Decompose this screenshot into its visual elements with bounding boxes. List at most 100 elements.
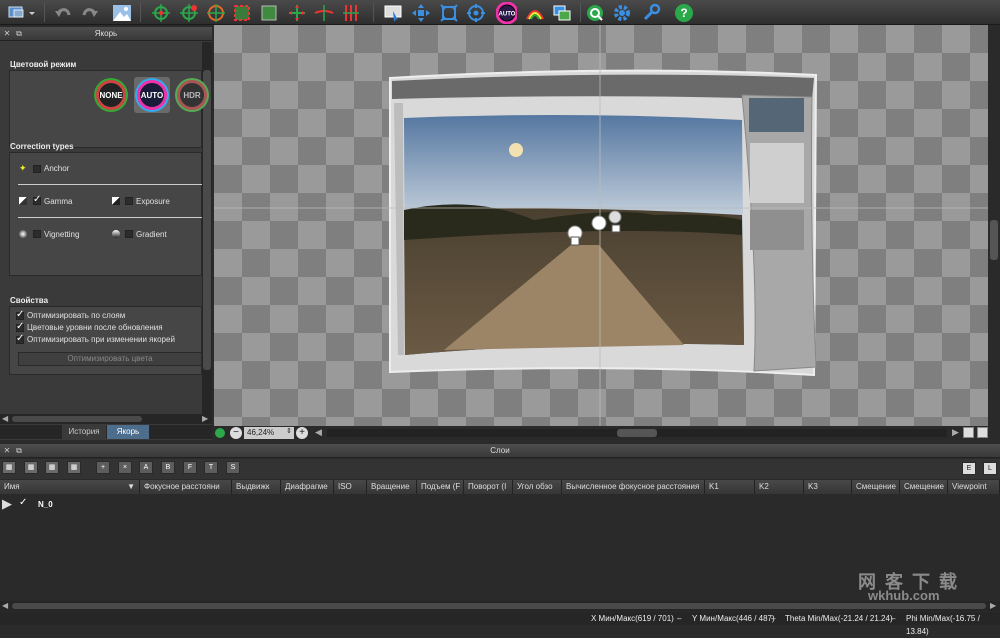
column-exposure[interactable]: Выдвижк	[232, 480, 281, 494]
gamma-checkbox[interactable]	[33, 194, 41, 205]
overlay-windows-icon[interactable]	[551, 2, 572, 23]
layers-table-header: Имя ▼ Фокусное расстояни Выдвижк Диафрагм…	[0, 480, 1000, 494]
column-shift-1[interactable]: Смещение	[852, 480, 900, 494]
auto-color-icon[interactable]: AUTO	[496, 1, 517, 24]
crop-icon[interactable]	[231, 2, 252, 23]
column-shift-2[interactable]: Смещение	[900, 480, 948, 494]
preview-icon[interactable]	[584, 2, 605, 23]
layer-a-icon[interactable]: A	[139, 461, 153, 474]
preview-canvas[interactable]	[214, 25, 988, 426]
scroll-right-icon[interactable]: ▶	[952, 427, 959, 438]
optimize-colors-button[interactable]: Оптимизировать цвета	[18, 352, 202, 366]
canvas-h-scrollbar[interactable]	[327, 429, 947, 437]
column-rotation[interactable]: Вращение	[367, 480, 417, 494]
wrench-icon[interactable]	[640, 2, 661, 23]
column-k2[interactable]: K2	[755, 480, 804, 494]
target-add-icon[interactable]	[178, 2, 199, 23]
close-layers-icon[interactable]: ✕	[2, 446, 12, 456]
layer-e-button[interactable]: E	[962, 462, 976, 475]
color-mode-box: NONE AUTO HDR	[9, 70, 207, 148]
fit-icon[interactable]	[438, 2, 459, 23]
crosshair-icon[interactable]	[150, 2, 171, 23]
column-fov[interactable]: Угол обзо	[513, 480, 562, 494]
mode-hdr-button[interactable]: HDR	[177, 80, 207, 110]
column-k1[interactable]: K1	[705, 480, 755, 494]
column-k3[interactable]: K3	[804, 480, 852, 494]
color-levels-label: Цветовые уровни после обновления	[27, 323, 163, 332]
layer-f-icon[interactable]: F	[183, 461, 197, 474]
rotate-icon[interactable]	[205, 2, 226, 23]
scroll-left-icon[interactable]: ◀	[315, 427, 322, 438]
undo-icon[interactable]	[52, 2, 73, 23]
zoom-stepper-icon[interactable]: ⇕	[286, 427, 292, 435]
layer-new-icon[interactable]: +	[96, 461, 110, 474]
column-name[interactable]: Имя ▼	[0, 480, 140, 494]
column-yaw[interactable]: Поворот (I	[464, 480, 513, 494]
table-row[interactable]: ▶ ✓ N_0	[0, 496, 1000, 512]
column-pitch[interactable]: Подъем (F	[417, 480, 464, 494]
vertical-lines-icon[interactable]	[340, 2, 361, 23]
gradient-label: Gradient	[136, 230, 167, 239]
layer-visible-check-icon[interactable]: ✓	[19, 497, 27, 508]
redo-icon[interactable]	[79, 2, 100, 23]
layer-edit-icon[interactable]: ▦	[45, 461, 59, 474]
zoom-in-icon[interactable]: +	[296, 427, 308, 439]
list-view-icon[interactable]	[977, 427, 988, 438]
zoom-magnifier-icon[interactable]	[215, 428, 225, 438]
screen-pointer-icon[interactable]	[382, 2, 403, 23]
layer-b-icon[interactable]: B	[161, 461, 175, 474]
tab-anchor[interactable]: Якорь	[107, 425, 149, 439]
help-icon[interactable]: ?	[673, 2, 694, 23]
detach-layers-icon[interactable]: ⧉	[14, 446, 24, 456]
anchor-checkbox[interactable]	[33, 165, 41, 173]
svg-text:AUTO: AUTO	[499, 11, 516, 17]
column-iso[interactable]: ISO	[334, 480, 367, 494]
canvas-v-scrollbar[interactable]	[988, 25, 1000, 426]
layer-delete-icon[interactable]: ×	[118, 461, 132, 474]
layer-image-icon[interactable]: ▦	[24, 461, 38, 474]
mode-auto-button[interactable]: AUTO	[137, 80, 167, 110]
layers-panel-header: ✕ ⧉ Слои	[0, 444, 1000, 458]
expand-arrow-icon[interactable]: ▶	[2, 496, 12, 512]
layer-t-icon[interactable]: T	[204, 461, 218, 474]
frame-icon[interactable]	[258, 2, 279, 23]
column-aperture[interactable]: Диафрагме	[281, 480, 334, 494]
horizon-icon[interactable]	[313, 2, 334, 23]
column-computed-focal[interactable]: Вычисленное фокусное расстояния	[562, 480, 705, 494]
gradient-checkbox[interactable]	[125, 230, 133, 238]
column-viewpoint[interactable]: Viewpoint	[948, 480, 1000, 494]
exposure-icon	[112, 197, 120, 205]
anchor-pin-icon: ✦	[19, 163, 27, 173]
move-arrows-icon[interactable]	[410, 2, 431, 23]
divider	[18, 217, 202, 218]
panorama-preview-image[interactable]	[214, 25, 988, 426]
rainbow-icon[interactable]	[524, 2, 545, 23]
optimize-layers-label: Оптимизировать по слоям	[27, 311, 126, 320]
settings-icon[interactable]	[611, 2, 632, 23]
layer-s-icon[interactable]: S	[226, 461, 240, 474]
color-levels-checkbox[interactable]	[16, 321, 24, 332]
zoom-out-icon[interactable]: −	[230, 427, 242, 439]
column-focal[interactable]: Фокусное расстояни	[140, 480, 232, 494]
optimize-layers-checkbox[interactable]	[16, 309, 24, 320]
move-dots-icon[interactable]	[286, 2, 307, 23]
grid-view-icon[interactable]	[963, 427, 974, 438]
close-panel-icon[interactable]: ✕	[2, 29, 12, 39]
mode-none-button[interactable]: NONE	[96, 80, 126, 110]
tab-history[interactable]: История	[62, 425, 106, 439]
center-target-icon[interactable]	[465, 2, 486, 23]
gradient-icon	[112, 230, 120, 238]
vignetting-checkbox[interactable]	[33, 230, 41, 238]
panel-h-scrollbar[interactable]: ◀ ▶	[0, 414, 212, 424]
optimize-anchors-label: Оптимизировать при изменении якорей	[27, 335, 175, 344]
layer-refresh-icon[interactable]: ▦	[67, 461, 81, 474]
layer-add-image-icon[interactable]: ▦	[2, 461, 16, 474]
optimize-anchors-checkbox[interactable]	[16, 333, 24, 344]
display-mode-icon[interactable]	[4, 2, 38, 23]
layer-l-button[interactable]: L	[983, 462, 997, 475]
mode-auto-label: AUTO	[140, 90, 164, 100]
layers-h-scrollbar[interactable]: ◀ ▶	[0, 601, 1000, 611]
detach-panel-icon[interactable]: ⧉	[14, 29, 24, 39]
photo-icon[interactable]	[111, 2, 132, 23]
exposure-checkbox[interactable]	[125, 197, 133, 205]
